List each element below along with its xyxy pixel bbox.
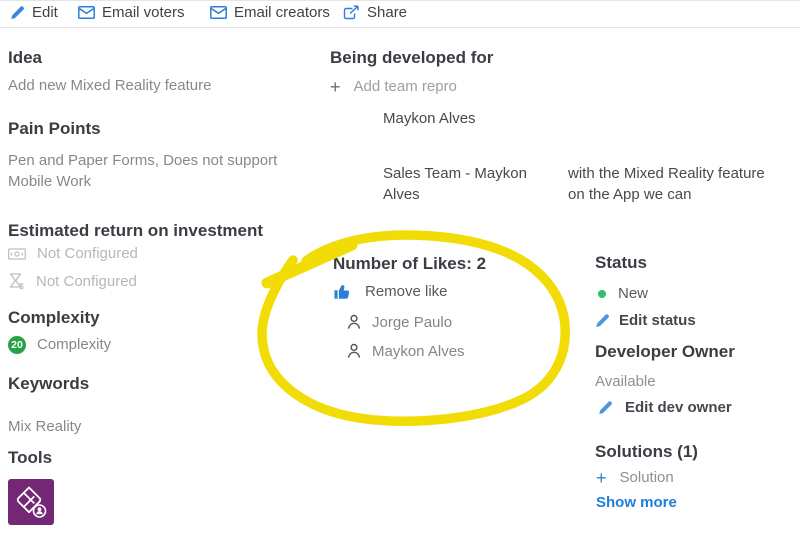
keywords-heading: Keywords <box>8 374 89 394</box>
person-icon <box>345 313 363 331</box>
roi-money-value: Not Configured <box>37 245 138 262</box>
envelope-icon <box>210 6 227 19</box>
idea-heading: Idea <box>8 48 42 68</box>
complexity-heading: Complexity <box>8 308 100 328</box>
roi-time-value: Not Configured <box>36 273 137 290</box>
show-more-link[interactable]: Show more <box>596 494 677 511</box>
keywords-text: Mix Reality <box>8 416 81 437</box>
email-creators-label: Email creators <box>234 4 330 21</box>
edit-dev-owner-label: Edit dev owner <box>625 399 732 416</box>
tools-heading: Tools <box>8 448 52 468</box>
status-value-row: New <box>598 285 648 302</box>
roi-heading: Estimated return on investment <box>8 221 263 241</box>
add-solution-label: Solution <box>620 469 674 486</box>
idea-text: Add new Mixed Reality feature <box>8 75 308 96</box>
likes-heading: Number of Likes: 2 <box>333 254 486 274</box>
like-user-name: Jorge Paulo <box>372 314 452 331</box>
remove-like-label: Remove like <box>365 283 448 300</box>
share-label: Share <box>367 4 407 21</box>
share-icon <box>343 5 360 20</box>
svg-text:$: $ <box>19 281 24 290</box>
share-button[interactable]: Share <box>343 4 407 21</box>
tools-app-tile[interactable] <box>8 479 54 525</box>
pencil-icon <box>10 5 25 20</box>
pain-points-heading: Pain Points <box>8 119 101 139</box>
developer-owner-value: Available <box>595 373 656 390</box>
thumbs-up-icon <box>333 282 353 301</box>
command-bar: Edit Email voters Email creators Share <box>0 0 800 28</box>
roi-money-row: Not Configured <box>8 245 138 262</box>
plus-icon: + <box>330 79 341 95</box>
add-team-repro-label: Add team repro <box>354 78 457 95</box>
email-creators-button[interactable]: Email creators <box>210 4 330 21</box>
edit-dev-owner-button[interactable]: Edit dev owner <box>598 399 732 416</box>
pencil-icon <box>595 313 610 328</box>
banknote-icon <box>8 247 26 261</box>
like-user-row: Maykon Alves <box>345 342 465 360</box>
idea-detail-page: Edit Email voters Email creators Share I… <box>0 0 800 553</box>
complexity-label: Complexity <box>37 334 111 355</box>
status-heading: Status <box>595 253 647 273</box>
email-voters-button[interactable]: Email voters <box>78 4 185 21</box>
email-voters-label: Email voters <box>102 4 185 21</box>
team-row-name: Sales Team - Maykon Alves <box>383 163 555 205</box>
solutions-heading: Solutions (1) <box>595 442 698 462</box>
hourglass-dollar-icon: $ <box>8 272 25 290</box>
edit-status-button[interactable]: Edit status <box>595 312 696 329</box>
plus-icon: + <box>596 470 607 486</box>
status-value: New <box>618 285 648 302</box>
complexity-row: 20 Complexity <box>8 334 111 355</box>
envelope-icon <box>78 6 95 19</box>
like-user-row: Jorge Paulo <box>345 313 452 331</box>
pencil-icon <box>598 400 613 415</box>
complexity-badge: 20 <box>8 336 26 354</box>
roi-time-row: $ Not Configured <box>8 272 137 290</box>
status-green-dot-icon <box>598 290 606 298</box>
developed-for-heading: Being developed for <box>330 48 493 68</box>
person-icon <box>345 342 363 360</box>
edit-label: Edit <box>32 4 58 21</box>
developer-owner-heading: Developer Owner <box>595 342 735 362</box>
team-row-note: with the Mixed Reality feature on the Ap… <box>568 163 773 205</box>
edit-status-label: Edit status <box>619 312 696 329</box>
edit-button[interactable]: Edit <box>10 4 58 21</box>
remove-like-button[interactable]: Remove like <box>333 282 448 301</box>
add-team-repro-button[interactable]: + Add team repro <box>330 78 457 95</box>
add-solution-button[interactable]: + Solution <box>596 469 674 486</box>
powerapps-tile-icon <box>8 479 54 525</box>
pain-points-text: Pen and Paper Forms, Does not support Mo… <box>8 150 310 192</box>
team-row-name: Maykon Alves <box>383 108 563 129</box>
like-user-name: Maykon Alves <box>372 343 465 360</box>
